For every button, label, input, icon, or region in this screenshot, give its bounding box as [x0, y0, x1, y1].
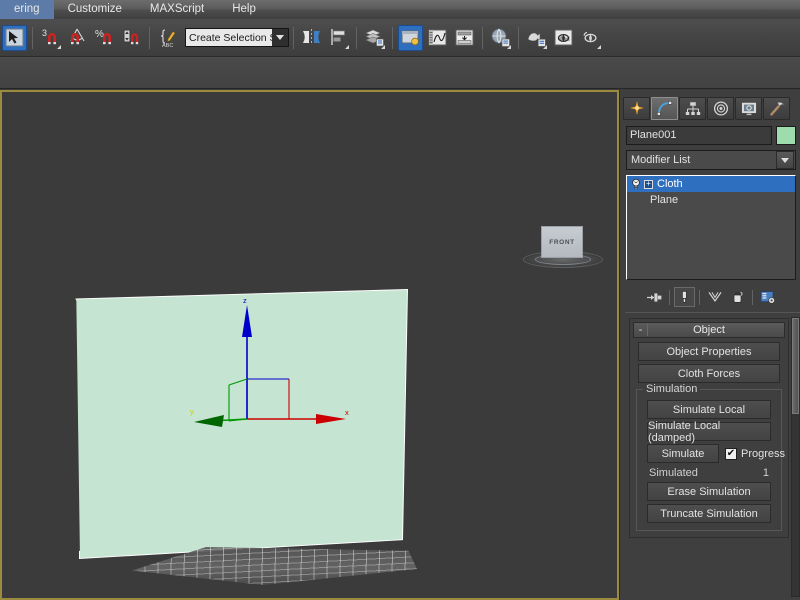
- svg-text:3: 3: [42, 28, 47, 38]
- expand-modifier-icon[interactable]: +: [644, 179, 653, 189]
- progress-label: Progress: [741, 447, 786, 460]
- tab-display[interactable]: [735, 96, 762, 120]
- rollout-title: Object: [693, 324, 725, 336]
- simulation-group-label: Simulation: [643, 383, 701, 395]
- toolbar-separator: [518, 26, 519, 49]
- spinner-snap-toggle-icon[interactable]: [119, 25, 144, 51]
- show-end-result-icon[interactable]: [674, 287, 695, 307]
- angle-snap-toggle-icon[interactable]: [65, 25, 90, 51]
- rollout-toggle-sign[interactable]: -: [634, 324, 648, 336]
- svg-text:ABC: ABC: [162, 43, 173, 48]
- transform-gizmo[interactable]: z x y: [188, 297, 368, 432]
- toolbar-separator: [752, 289, 753, 305]
- align-icon[interactable]: [326, 25, 351, 51]
- rollout-scrollbar-thumb[interactable]: [792, 318, 799, 414]
- simulate-local-button[interactable]: Simulate Local: [647, 400, 771, 419]
- tab-utilities[interactable]: [763, 96, 790, 120]
- viewport-canvas[interactable]: z x y FRONT: [2, 92, 617, 598]
- 3dsmax-window: ering Customize MAXScript Help 3 % ABC C…: [0, 0, 800, 600]
- toolbar-spacer: [0, 57, 800, 89]
- stack-item-plane[interactable]: Plane: [627, 192, 795, 208]
- simulated-status-row: Simulated 1: [649, 467, 769, 479]
- toolbar-separator: [356, 26, 357, 49]
- svg-text:%: %: [95, 29, 104, 40]
- edit-named-selection-sets-icon[interactable]: ABC: [155, 25, 180, 51]
- viewport-front[interactable]: z x y FRONT: [0, 90, 619, 600]
- toolbar-separator: [482, 26, 483, 49]
- menu-help[interactable]: Help: [218, 0, 270, 19]
- stack-item-cloth[interactable]: + Cloth: [627, 176, 795, 192]
- chevron-down-icon[interactable]: [776, 151, 794, 169]
- tab-modify[interactable]: [651, 96, 678, 120]
- lightbulb-icon[interactable]: [629, 177, 643, 191]
- render-production-icon[interactable]: [578, 25, 603, 51]
- toolbar-separator: [149, 26, 150, 49]
- snaps-toggle-3d-icon[interactable]: 3: [38, 25, 63, 51]
- erase-simulation-button[interactable]: Erase Simulation: [647, 482, 771, 501]
- modifier-stack-toolbar: [626, 286, 796, 308]
- object-color-swatch[interactable]: [776, 126, 796, 145]
- object-name-field[interactable]: Plane001: [626, 126, 772, 145]
- make-unique-icon[interactable]: [704, 287, 725, 307]
- mirror-icon[interactable]: [299, 25, 324, 51]
- tab-create[interactable]: [623, 96, 650, 120]
- configure-modifier-sets-icon[interactable]: [757, 287, 778, 307]
- toggle-scene-explorer-icon[interactable]: [398, 24, 423, 51]
- rollout-object: - Object Object Properties Cloth Forces …: [629, 318, 789, 538]
- svg-text:x: x: [345, 408, 349, 417]
- stack-item-label: Plane: [650, 194, 679, 206]
- chevron-down-icon[interactable]: [272, 29, 288, 46]
- simulated-label: Simulated: [649, 467, 698, 479]
- main-toolbar: 3 % ABC Create Selection: [0, 19, 800, 57]
- rollout-scrollbar[interactable]: [791, 317, 800, 597]
- schematic-view-icon[interactable]: [452, 25, 477, 51]
- tab-hierarchy[interactable]: [679, 96, 706, 120]
- simulation-group: Simulation Simulate Local Simulate Local…: [636, 383, 785, 531]
- toolbar-separator: [699, 289, 700, 305]
- pin-stack-icon[interactable]: [644, 287, 665, 307]
- svg-text:y: y: [190, 407, 194, 416]
- modifier-list-label: Modifier List: [631, 154, 691, 166]
- cloth-forces-button[interactable]: Cloth Forces: [638, 364, 780, 383]
- simulate-row: Simulate ✔ Progress: [647, 444, 785, 463]
- command-panel: Plane001 Modifier List + Cloth Plane - O…: [619, 90, 800, 600]
- toolbar-separator: [32, 26, 33, 49]
- object-properties-button[interactable]: Object Properties: [638, 342, 780, 361]
- truncate-simulation-button[interactable]: Truncate Simulation: [647, 504, 771, 523]
- percent-snap-toggle-icon[interactable]: %: [92, 25, 117, 51]
- simulate-local-damped-button[interactable]: Simulate Local (damped): [647, 420, 771, 444]
- menu-rendering[interactable]: ering: [0, 0, 54, 19]
- modifier-list-dropdown[interactable]: Modifier List: [626, 150, 796, 170]
- command-panel-tabs: [620, 95, 800, 121]
- menu-bar: ering Customize MAXScript Help: [0, 0, 800, 19]
- remove-modifier-icon[interactable]: [727, 287, 748, 307]
- render-setup-icon[interactable]: [524, 25, 549, 51]
- stack-item-label: Cloth: [657, 178, 683, 190]
- material-editor-icon[interactable]: [488, 25, 513, 51]
- object-name-row: Plane001: [626, 126, 796, 145]
- tab-motion[interactable]: [707, 96, 734, 120]
- curve-editor-icon[interactable]: [425, 25, 450, 51]
- select-object-icon[interactable]: [2, 24, 27, 51]
- svg-text:z: z: [243, 297, 247, 305]
- modifier-stack[interactable]: + Cloth Plane: [626, 175, 796, 280]
- toolbar-separator: [293, 26, 294, 49]
- selection-set-value: Create Selection Se: [189, 31, 272, 44]
- rollout-header-object[interactable]: - Object: [633, 322, 785, 338]
- rollout-container[interactable]: - Object Object Properties Cloth Forces …: [625, 312, 800, 600]
- progress-checkbox[interactable]: ✔ Progress: [725, 447, 786, 460]
- menu-customize[interactable]: Customize: [54, 0, 136, 19]
- toolbar-separator: [669, 289, 670, 305]
- simulated-value: 1: [762, 467, 769, 479]
- checkbox-box[interactable]: ✔: [725, 447, 737, 460]
- menu-maxscript[interactable]: MAXScript: [136, 0, 218, 19]
- simulate-button[interactable]: Simulate: [647, 444, 719, 463]
- layer-manager-icon[interactable]: [362, 25, 387, 51]
- rendered-frame-window-icon[interactable]: [551, 25, 576, 51]
- viewcube[interactable]: FRONT: [523, 224, 603, 272]
- viewcube-face-label: FRONT: [549, 238, 575, 246]
- viewcube-face[interactable]: FRONT: [541, 226, 583, 258]
- selection-set-combo[interactable]: Create Selection Se: [185, 28, 289, 47]
- toolbar-separator: [392, 26, 393, 49]
